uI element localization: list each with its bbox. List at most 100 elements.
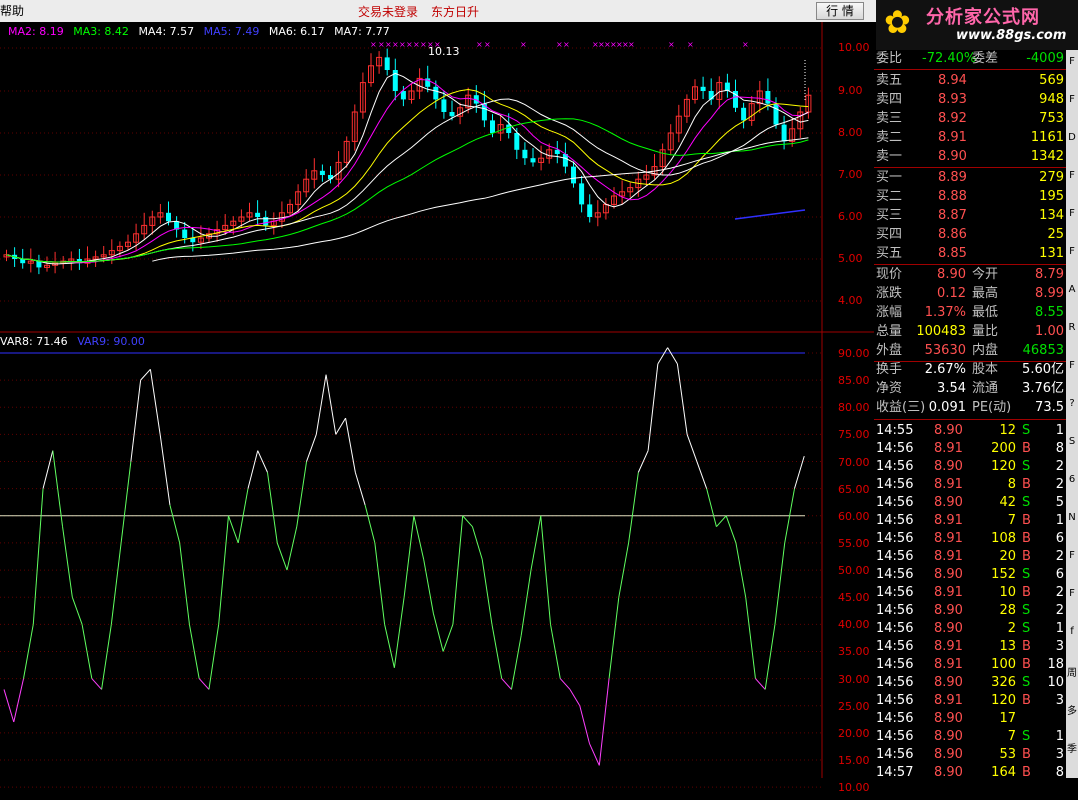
ma-line [6,72,809,265]
var8-segment [432,613,444,652]
toolbar-button[interactable]: F [1066,170,1078,181]
toolbar-button[interactable]: F [1066,588,1078,599]
level-price: 8.87 [938,208,967,223]
candle-body [587,204,593,217]
signal-mark: × [420,40,427,49]
tick-price: 8.91 [934,693,963,708]
toolbar-button[interactable]: 周 [1066,664,1078,679]
sell-level[interactable]: 卖三 8.92 753 [874,110,1066,128]
var8-segment [188,624,200,679]
stat-label: PE(动) [972,400,1012,415]
kline-chart[interactable]: × × × × × × × × × × × × × × × × × × × × × × × × × 10.13 [0,22,874,800]
buy-level[interactable]: 买三 8.87 134 [874,207,1066,225]
var8-segment [706,488,717,527]
toolbar-button[interactable]: R [1066,322,1078,333]
level-volume: 948 [1039,92,1064,107]
signal-mark: × [742,40,749,49]
tick-row: 14:56 8.90 7 S 1 [874,728,1066,746]
osc-tick: 30.00 [838,673,870,686]
candle-body [773,103,779,125]
tick-time: 14:56 [876,693,914,708]
sell-level[interactable]: 卖五 8.94 569 [874,72,1066,90]
buy-level[interactable]: 买五 8.85 131 [874,245,1066,263]
toolbar-button[interactable]: 多 [1066,702,1078,717]
chart-grid [0,47,822,788]
stat-value: 0.091 [928,400,966,415]
tick-row: 14:56 8.91 120 B 3 [874,692,1066,710]
ma-line [152,137,809,262]
toolbar-button[interactable]: ? [1066,398,1078,409]
tick-count: 3 [1055,693,1064,708]
candle-body [522,149,528,159]
sell-level[interactable]: 卖一 8.90 1342 [874,148,1066,166]
tick-time: 14:56 [876,441,914,456]
buy-level[interactable]: 买一 8.89 279 [874,169,1066,187]
tick-count: 3 [1055,639,1064,654]
tick-side: B [1022,441,1031,456]
tick-time: 14:56 [876,477,914,492]
level-label: 卖三 [876,111,903,126]
tick-volume: 20 [999,549,1016,564]
right-toolbar[interactable]: F F D F F F A R F? S 6 N F Ff 周多季 [1066,50,1078,778]
var8-segment [325,374,337,435]
toolbar-button[interactable]: F [1066,94,1078,105]
toolbar-button[interactable]: F [1066,550,1078,561]
toolbar-button[interactable]: 季 [1066,740,1078,755]
level-price: 8.90 [938,149,967,164]
tick-price: 8.90 [934,765,963,780]
toolbar-button[interactable]: F [1066,360,1078,371]
toolbar-button[interactable]: 6 [1066,474,1078,485]
toolbar-button[interactable]: F [1066,208,1078,219]
tick-time: 14:56 [876,729,914,744]
tick-price: 8.90 [934,675,963,690]
level-label: 卖一 [876,149,903,164]
quote-button[interactable]: 行 情 [816,2,864,20]
level-price: 8.92 [938,111,967,126]
stat-value: 8.90 [937,267,966,282]
var8-segment [227,515,239,544]
toolbar-button[interactable]: D [1066,132,1078,143]
candle-body [741,107,747,121]
stat-label: 现价 [876,267,903,282]
buy-level[interactable]: 买四 8.86 25 [874,226,1066,244]
signal-mark: × [413,40,420,49]
tick-row: 14:56 8.90 152 S 6 [874,566,1066,584]
tick-volume: 2 [1007,621,1016,636]
help-menu[interactable]: 帮助 [0,2,24,19]
tick-time: 14:56 [876,585,914,600]
toolbar-button[interactable]: F [1066,246,1078,257]
trade-status[interactable]: 交易未登录 [358,3,418,20]
tick-volume: 100 [991,657,1016,672]
candle-body [449,112,455,117]
tick-price: 8.91 [934,585,963,600]
ma2-label: MA2: 8.19 [8,25,64,38]
sell-level[interactable]: 卖四 8.93 948 [874,91,1066,109]
level-volume: 1161 [1030,130,1064,145]
toolbar-button[interactable]: S [1066,436,1078,447]
site-url: www.88gs.com [956,28,1067,43]
var8-segment [657,347,669,365]
stat-row: 净资 3.54 流通 3.76亿 [874,380,1066,398]
osc-tick: 25.00 [838,700,870,713]
stat-label: 总量 [876,324,903,339]
candlesticks [3,48,812,275]
stat-row: 总量 100483 量比 1.00 [874,323,1066,341]
var8-segment [569,689,581,706]
tick-side: B [1022,549,1031,564]
tick-count: 2 [1055,549,1064,564]
sell-level[interactable]: 卖二 8.91 1161 [874,129,1066,147]
var8-segment [608,597,620,679]
toolbar-button[interactable]: N [1066,512,1078,523]
var8-segment [696,461,708,489]
tick-count: 1 [1055,513,1064,528]
toolbar-button[interactable]: A [1066,284,1078,295]
toolbar-button[interactable]: f [1066,626,1078,637]
ma5-line [734,209,806,220]
toolbar-button[interactable]: F [1066,56,1078,67]
tick-row: 14:56 8.90 120 S 2 [874,458,1066,476]
ma-line [6,78,809,264]
tick-volume: 17 [999,711,1016,726]
tick-count: 2 [1055,459,1064,474]
level-price: 8.85 [938,246,967,261]
buy-level[interactable]: 买二 8.88 195 [874,188,1066,206]
